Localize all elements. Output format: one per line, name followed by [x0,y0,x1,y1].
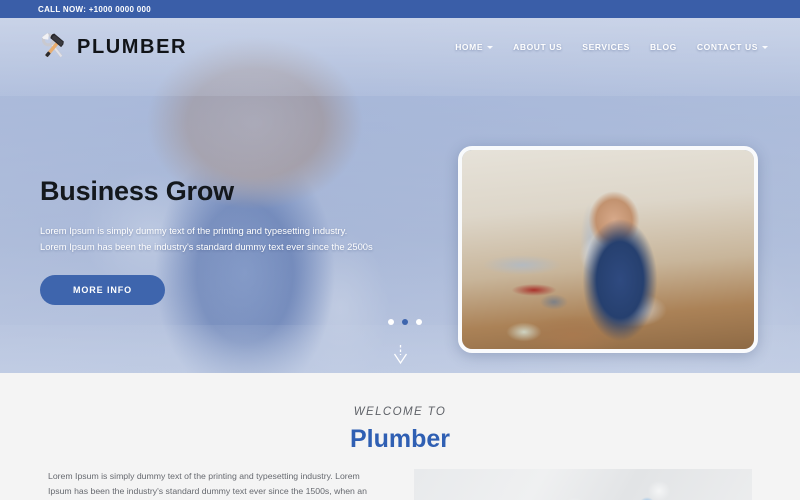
nav-item-contact-us[interactable]: CONTACT US [697,42,768,52]
plumber-under-sink-photo [462,150,754,349]
nav-item-home[interactable]: HOME [455,42,494,52]
nav-label-services: SERVICES [582,42,630,52]
nav-label-home: HOME [455,42,484,52]
welcome-kicker: WELCOME TO [353,406,447,418]
hero-title: Business Grow [40,176,234,206]
hero-content: Business Grow Lorem Ipsum is simply dumm… [40,176,420,305]
hero-subtitle-line-2: Lorem Ipsum has been the industry's stan… [40,241,373,252]
top-contact-bar: CALL NOW: +1000 0000 000 [0,0,800,18]
carousel-dots [388,319,422,325]
hero-section: PLUMBER HOME ABOUT US SERVICES BLOG CONT… [0,18,800,373]
carousel-dot-1[interactable] [388,319,394,325]
scroll-down-arrow-icon[interactable] [392,344,409,371]
hero-feature-image [458,146,758,353]
hero-subtitle-line-1: Lorem Ipsum is simply dummy text of the … [40,225,348,236]
hammer-wrench-icon [41,33,64,58]
welcome-title: Plumber [349,425,451,453]
nav-label-contact-us: CONTACT US [696,42,758,52]
nav-label-blog: BLOG [649,42,677,52]
welcome-paragraph: Lorem Ipsum is simply dummy text of the … [48,471,367,496]
carousel-dot-2[interactable] [402,319,408,325]
nav-item-blog[interactable]: BLOG [650,42,677,52]
chevron-down-icon [762,46,768,49]
welcome-body: Lorem Ipsum is simply dummy text of the … [0,469,800,500]
more-info-button[interactable]: MORE INFO [40,275,165,305]
plumbing-tools-flatlay-photo [414,469,752,500]
carousel-dot-3[interactable] [416,319,422,325]
main-navigation: HOME ABOUT US SERVICES BLOG CONTACT US [455,42,768,52]
hero-subtitle: Lorem Ipsum is simply dummy text of the … [40,223,420,255]
site-logo[interactable]: PLUMBER [38,31,187,63]
welcome-section: WELCOME TO Plumber Lorem Ipsum is simply… [0,373,800,500]
call-now-label[interactable]: CALL NOW: +1000 0000 000 [38,5,151,14]
welcome-heading-group: WELCOME TO Plumber [0,406,800,454]
site-header: PLUMBER HOME ABOUT US SERVICES BLOG CONT… [0,18,800,76]
nav-label-about-us: ABOUT US [513,42,563,52]
nav-item-services[interactable]: SERVICES [582,42,630,52]
nav-item-about-us[interactable]: ABOUT US [513,42,562,52]
chevron-down-icon [487,46,494,49]
logo-text: PLUMBER [77,35,188,58]
